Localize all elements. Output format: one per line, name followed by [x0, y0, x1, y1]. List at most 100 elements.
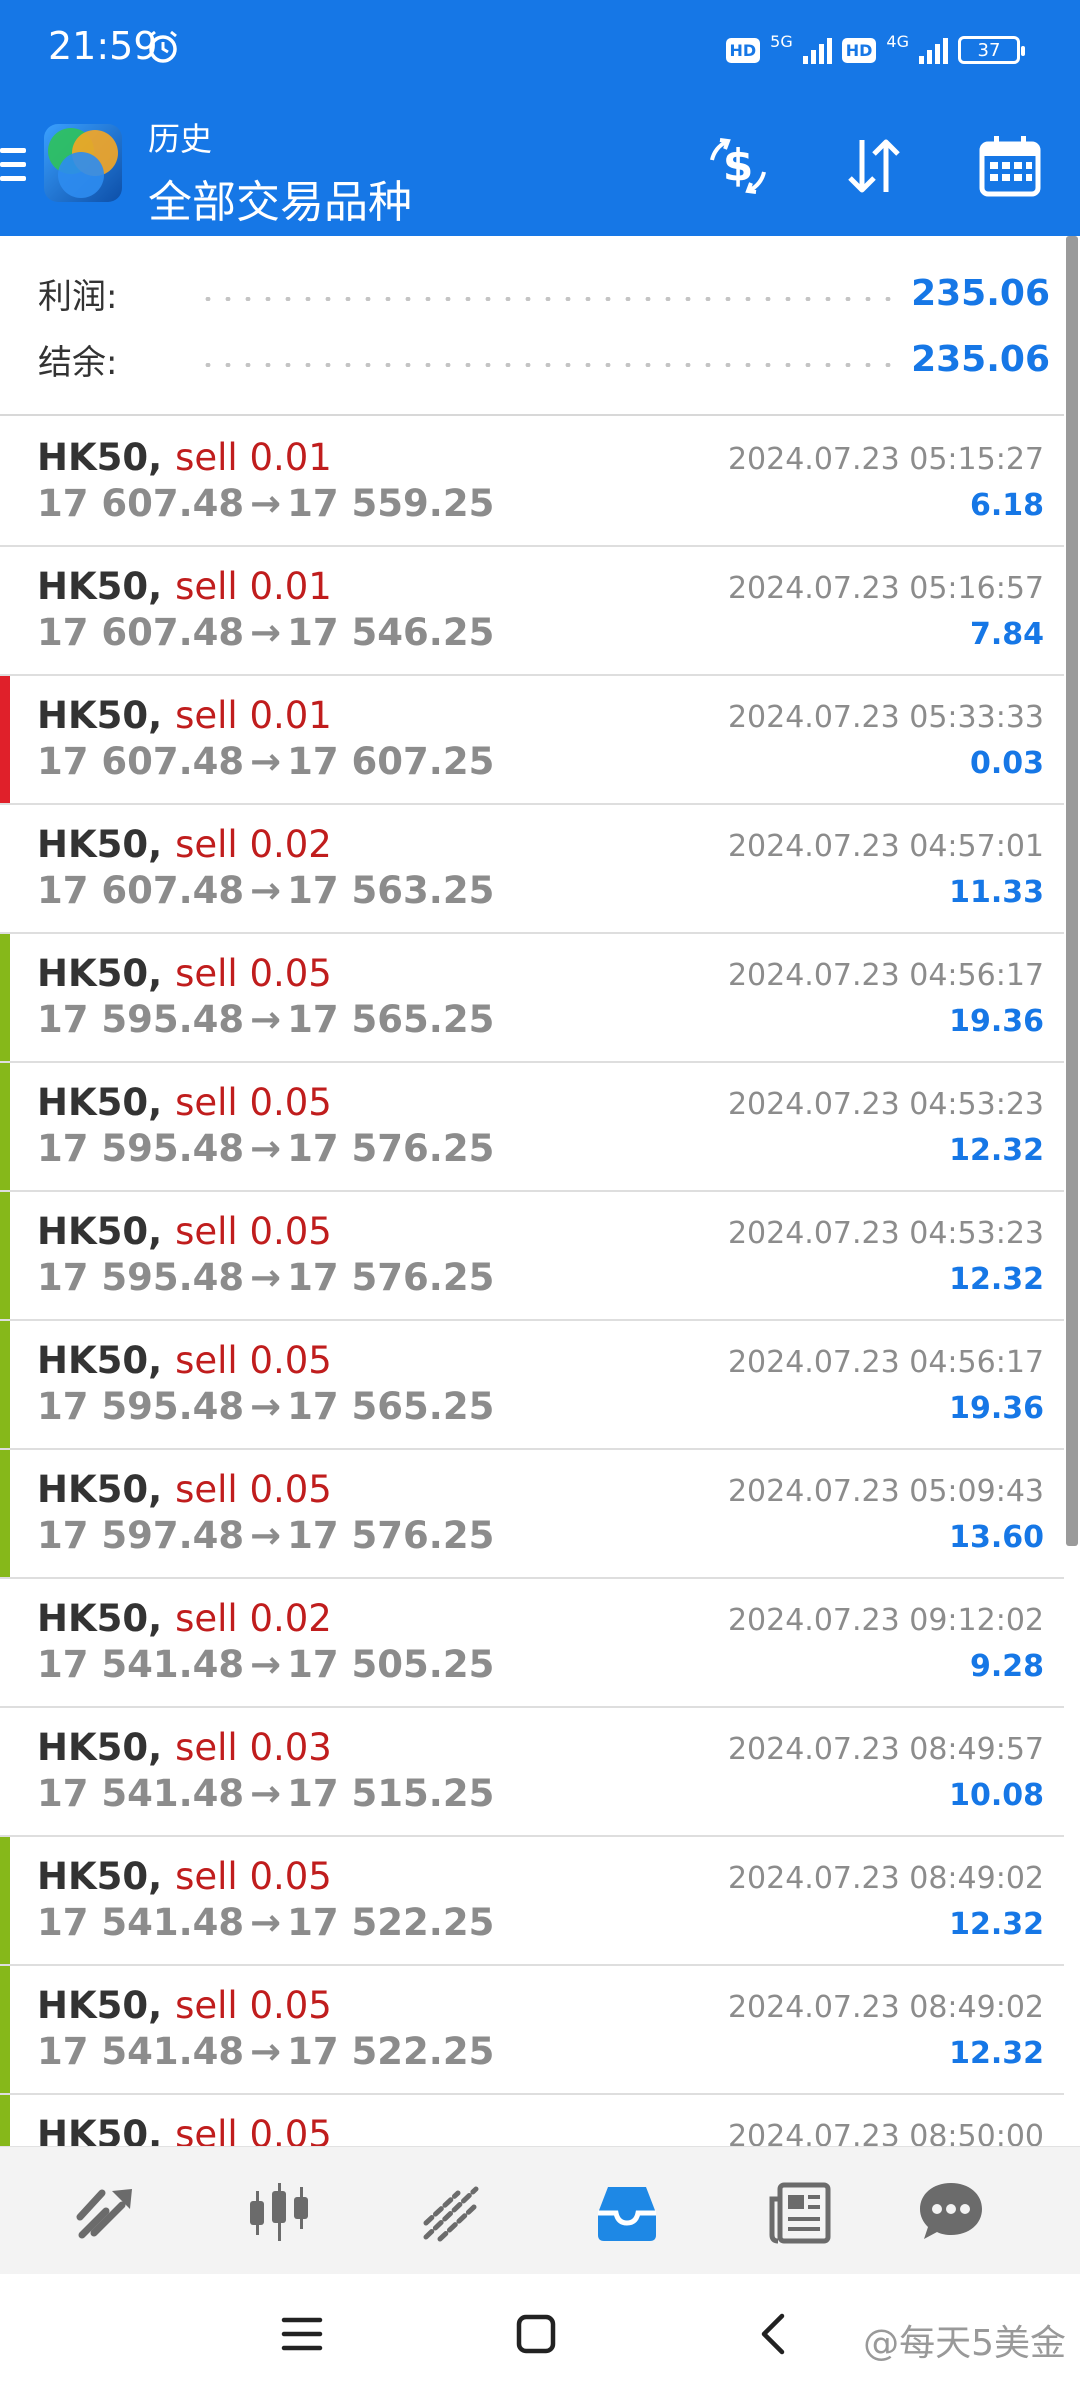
open-price: 17 595.48	[37, 1385, 245, 1428]
chat-icon[interactable]	[916, 2177, 986, 2247]
trade-side-volume: sell 0.05	[175, 2113, 332, 2146]
arrow-icon: →	[250, 740, 282, 783]
arrow-icon: →	[250, 1256, 282, 1299]
page-title[interactable]: 全部交易品种	[148, 166, 412, 230]
quotes-icon[interactable]	[72, 2177, 142, 2247]
trade-row[interactable]: HK50, sell 0.03 17 541.48 → 17 515.25 2024.0…	[0, 1708, 1064, 1837]
trade-symbol-line: HK50, sell 0.05	[37, 2113, 332, 2146]
trade-row[interactable]: HK50, sell 0.05 2024.07.23 08:50:00	[0, 2095, 1064, 2146]
trade-profit: 10.08	[949, 1778, 1044, 1813]
title-block: 历史 全部交易品种	[148, 114, 412, 230]
balance-value: 235.06	[911, 338, 1050, 380]
trade-symbol: HK50,	[37, 1597, 163, 1640]
trade-time: 2024.07.23 04:53:23	[727, 1087, 1044, 1122]
trade-side-volume: sell 0.01	[175, 436, 332, 479]
trade-row[interactable]: HK50, sell 0.02 17 541.48 → 17 505.25 2024.0…	[0, 1579, 1064, 1708]
close-price: 17 522.25	[287, 1901, 495, 1944]
trade-prices: 17 541.48 → 17 522.25	[37, 2030, 494, 2073]
toolbar: 历史 全部交易品种 $	[0, 96, 1080, 236]
trade-prices: 17 607.48 → 17 563.25	[37, 869, 494, 912]
trade-row[interactable]: HK50, sell 0.05 17 595.48 → 17 576.25 2024.0…	[0, 1063, 1064, 1192]
menu-icon[interactable]	[0, 148, 26, 182]
network-5g-label: 5G	[770, 31, 793, 51]
open-price: 17 607.48	[37, 869, 245, 912]
trade-row[interactable]: HK50, sell 0.05 17 541.48 → 17 522.25 2024.0…	[0, 1966, 1064, 2095]
back-icon[interactable]	[752, 2312, 796, 2356]
trade-symbol-line: HK50, sell 0.02	[37, 823, 332, 866]
signal-icon	[802, 36, 832, 64]
trade-time: 2024.07.23 04:53:23	[727, 1216, 1044, 1251]
trade-prices: 17 595.48 → 17 565.25	[37, 1385, 494, 1428]
trade-history-list[interactable]: HK50, sell 0.01 17 607.48 → 17 559.25 2024.0…	[0, 418, 1064, 2146]
trade-prices: 17 607.48 → 17 546.25	[37, 611, 494, 654]
profit-value: 235.06	[911, 272, 1050, 314]
trade-row[interactable]: HK50, sell 0.01 17 607.48 → 17 559.25 2024.0…	[0, 418, 1064, 547]
trade-symbol-line: HK50, sell 0.02	[37, 1597, 332, 1640]
open-price: 17 595.48	[37, 1256, 245, 1299]
trade-row[interactable]: HK50, sell 0.01 17 607.48 → 17 546.25 2024.0…	[0, 547, 1064, 676]
trade-profit: 12.32	[949, 1907, 1044, 1942]
trade-time: 2024.07.23 05:33:33	[727, 700, 1044, 735]
network-4g-label: 4G	[886, 31, 909, 51]
recent-apps-icon[interactable]	[280, 2312, 324, 2356]
trade-symbol-line: HK50, sell 0.05	[37, 1210, 332, 1253]
trade-row[interactable]: HK50, sell 0.01 17 607.48 → 17 607.25 2024.0…	[0, 676, 1064, 805]
history-icon[interactable]	[592, 2177, 662, 2247]
bottom-nav	[0, 2146, 1080, 2274]
dollar-exchange-icon[interactable]: $	[704, 132, 772, 200]
open-price: 17 607.48	[37, 611, 245, 654]
close-price: 17 563.25	[287, 869, 495, 912]
app-logo	[44, 124, 122, 202]
trade-symbol: HK50,	[37, 1081, 163, 1124]
close-price: 17 576.25	[287, 1127, 495, 1170]
chart-icon[interactable]	[244, 2177, 314, 2247]
trade-time: 2024.07.23 08:50:00	[727, 2119, 1044, 2146]
news-icon[interactable]	[764, 2177, 834, 2247]
close-price: 17 505.25	[287, 1643, 495, 1686]
trade-symbol-line: HK50, sell 0.05	[37, 952, 332, 995]
open-price: 17 541.48	[37, 1772, 245, 1815]
trade-symbol: HK50,	[37, 1726, 163, 1769]
trade-profit: 19.36	[949, 1004, 1044, 1039]
calendar-icon[interactable]	[976, 132, 1044, 200]
arrow-icon: →	[250, 1901, 282, 1944]
trade-icon[interactable]	[418, 2177, 488, 2247]
home-icon[interactable]	[514, 2312, 558, 2356]
trade-prices: 17 607.48 → 17 559.25	[37, 482, 494, 525]
open-price: 17 541.48	[37, 1901, 245, 1944]
trade-marker	[0, 1321, 10, 1448]
trade-row[interactable]: HK50, sell 0.05 17 595.48 → 17 576.25 2024.0…	[0, 1192, 1064, 1321]
trade-symbol-line: HK50, sell 0.01	[37, 436, 332, 479]
trade-profit: 12.32	[949, 2036, 1044, 2071]
profit-row: 利润: 235.06	[38, 268, 1064, 318]
trade-row[interactable]: HK50, sell 0.05 17 541.48 → 17 522.25 2024.0…	[0, 1837, 1064, 1966]
trade-time: 2024.07.23 04:56:17	[727, 958, 1044, 993]
summary-panel: 利润: 235.06 结余: 235.06	[0, 236, 1064, 416]
arrow-icon: →	[250, 482, 282, 525]
trade-prices: 17 541.48 → 17 505.25	[37, 1643, 494, 1686]
trade-profit: 19.36	[949, 1391, 1044, 1426]
trade-time: 2024.07.23 05:16:57	[727, 571, 1044, 606]
trade-prices: 17 597.48 → 17 576.25	[37, 1514, 494, 1557]
trade-symbol: HK50,	[37, 2113, 163, 2146]
trade-prices: 17 595.48 → 17 576.25	[37, 1256, 494, 1299]
trade-prices: 17 607.48 → 17 607.25	[37, 740, 494, 783]
trade-row[interactable]: HK50, sell 0.05 17 595.48 → 17 565.25 2024.0…	[0, 934, 1064, 1063]
scrollbar[interactable]	[1066, 236, 1078, 1546]
arrow-icon: →	[250, 998, 282, 1041]
trade-row[interactable]: HK50, sell 0.05 17 597.48 → 17 576.25 2024.0…	[0, 1450, 1064, 1579]
sort-icon[interactable]	[840, 132, 908, 200]
close-price: 17 515.25	[287, 1772, 495, 1815]
trade-symbol-line: HK50, sell 0.01	[37, 694, 332, 737]
trade-marker	[0, 934, 10, 1061]
trade-time: 2024.07.23 08:49:57	[727, 1732, 1044, 1767]
trade-profit: 7.84	[969, 617, 1044, 652]
trade-row[interactable]: HK50, sell 0.05 17 595.48 → 17 565.25 2024.0…	[0, 1321, 1064, 1450]
trade-profit: 9.28	[969, 1649, 1044, 1684]
trade-row[interactable]: HK50, sell 0.02 17 607.48 → 17 563.25 2024.0…	[0, 805, 1064, 934]
hd-badge: HD	[725, 37, 761, 63]
close-price: 17 565.25	[287, 998, 495, 1041]
trade-symbol: HK50,	[37, 1339, 163, 1382]
trade-prices: 17 595.48 → 17 576.25	[37, 1127, 494, 1170]
status-bar: 21:59 HD 5G HD 4G 37	[0, 0, 1080, 96]
